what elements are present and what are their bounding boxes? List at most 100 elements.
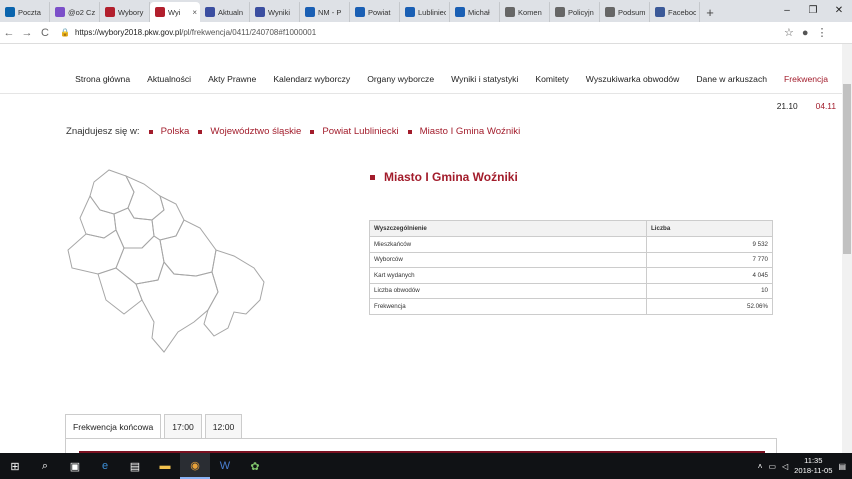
windows-start-icon[interactable]: ⊞ bbox=[0, 453, 30, 479]
word-icon[interactable]: W bbox=[210, 453, 240, 479]
nav-link[interactable]: Kalendarz wyborczy bbox=[273, 74, 350, 84]
table-row: Kart wydanych 4 045 bbox=[369, 267, 773, 284]
browser-tab[interactable]: Podsum bbox=[600, 2, 650, 22]
nav-link[interactable]: Organy wyborcze bbox=[367, 74, 434, 84]
tab-favicon-icon bbox=[255, 7, 265, 17]
lock-icon: 🔒 bbox=[60, 28, 70, 37]
turnout-tabs: Frekwencja końcowa 17:00 12:00 bbox=[65, 414, 243, 438]
browser-tab[interactable]: Aktualn bbox=[200, 2, 250, 22]
notifications-icon[interactable]: ▤ bbox=[838, 462, 846, 471]
bullet-square-icon bbox=[407, 129, 412, 134]
table-cell-value: 7 770 bbox=[646, 251, 773, 268]
browser-tab[interactable]: Policyjn bbox=[550, 2, 600, 22]
table-cell-label: Kart wydanych bbox=[369, 267, 647, 284]
tray-chevron-icon[interactable]: ˄ bbox=[758, 462, 763, 471]
browser-tab[interactable]: Wyi × bbox=[150, 2, 200, 22]
account-icon[interactable]: ● bbox=[802, 27, 809, 39]
url-path: /pl/frekwencja/0411/240708#f1000001 bbox=[181, 28, 317, 37]
breadcrumb-item-label: Województwo śląskie bbox=[210, 126, 302, 137]
tab-favicon-icon bbox=[355, 7, 365, 17]
breadcrumb-item[interactable]: Polska bbox=[148, 126, 189, 137]
table-cell-label: Frekwencja bbox=[369, 298, 647, 315]
nav-link[interactable]: Wyniki i statystyki bbox=[451, 74, 518, 84]
date-link-second[interactable]: 04.11 bbox=[816, 101, 836, 111]
table-header-row: Wyszczególnienie Liczba bbox=[369, 220, 773, 237]
turnout-tab[interactable]: 17:00 bbox=[164, 414, 202, 438]
browser-tab[interactable]: Wyniki bbox=[250, 2, 300, 22]
browser-tab[interactable]: Komen bbox=[500, 2, 550, 22]
browser-tab[interactable]: Wybory bbox=[100, 2, 150, 22]
nav-link[interactable]: Komitety bbox=[535, 74, 568, 84]
store-icon[interactable]: ▤ bbox=[120, 453, 150, 479]
clock[interactable]: 11:35 2018-11-05 bbox=[794, 456, 832, 476]
table-cell-label: Mieszkańców bbox=[369, 236, 647, 253]
edge-icon[interactable]: e bbox=[90, 453, 120, 479]
bullet-square-icon bbox=[310, 129, 315, 134]
browser-tab[interactable]: Lubliniec bbox=[400, 2, 450, 22]
election-dates: 21.10 04.11 bbox=[777, 101, 836, 111]
browser-menu-icon[interactable]: ⋮ bbox=[817, 26, 828, 39]
table-row: Frekwencja 52.06% bbox=[369, 298, 773, 315]
browser-tab-label: Lubliniec bbox=[418, 7, 446, 17]
window-controls: – ❐ ✕ bbox=[774, 0, 852, 20]
unit-title-text: Miasto I Gmina Woźniki bbox=[384, 170, 518, 184]
maximize-button[interactable]: ❐ bbox=[800, 0, 826, 20]
clock-time: 11:35 bbox=[804, 456, 823, 465]
turnout-tab[interactable]: 12:00 bbox=[204, 414, 243, 438]
scrollbar-thumb[interactable] bbox=[843, 84, 851, 254]
page-scrollbar[interactable] bbox=[842, 44, 852, 453]
nav-link[interactable]: Frekwencja bbox=[784, 74, 828, 84]
chrome-icon[interactable]: ◉ bbox=[180, 453, 210, 479]
new-tab-button[interactable]: + bbox=[700, 2, 720, 22]
breadcrumb-item[interactable]: Województwo śląskie bbox=[198, 126, 301, 137]
browser-tab[interactable]: Faceboo bbox=[650, 2, 700, 22]
breadcrumb-item[interactable]: Miasto I Gmina Woźniki bbox=[407, 126, 520, 137]
windows-taskbar: ⊞ ⌕ ▣ e ▤ ▬ ◉ W ✿ ˄ ▭ ◁ 11:35 2018-11-05 ▤ bbox=[0, 453, 852, 479]
browser-tab[interactable]: Powiat bbox=[350, 2, 400, 22]
table-cell-value: 9 532 bbox=[646, 236, 773, 253]
breadcrumb-item[interactable]: Powiat Lubliniecki bbox=[310, 126, 399, 137]
browser-tab[interactable]: Michał bbox=[450, 2, 500, 22]
nav-link[interactable]: Aktualności bbox=[147, 74, 191, 84]
table-cell-value: 10 bbox=[646, 282, 773, 299]
turnout-table: Wyszczególnienie Liczba Mieszkańców 9 532… bbox=[369, 220, 773, 315]
browser-tab-label: Wyi bbox=[168, 7, 181, 17]
forward-button[interactable]: → bbox=[18, 27, 36, 39]
nav-link[interactable]: Strona główna bbox=[75, 74, 130, 84]
bookmark-star-icon[interactable]: ☆ bbox=[784, 26, 794, 39]
map-region bbox=[97, 267, 143, 315]
minimize-button[interactable]: – bbox=[774, 0, 800, 20]
breadcrumb-label: Znajdujesz się w: bbox=[66, 126, 140, 137]
bullet-square-icon bbox=[198, 129, 203, 134]
browser-tab-label: NM - P bbox=[318, 7, 342, 17]
date-link-first[interactable]: 21.10 bbox=[777, 101, 798, 111]
municipality-map[interactable] bbox=[64, 164, 274, 354]
browser-tab-label: Poczta bbox=[18, 7, 41, 17]
close-tab-icon[interactable]: × bbox=[192, 8, 197, 17]
nav-link[interactable]: Akty Prawne bbox=[208, 74, 256, 84]
tab-favicon-icon bbox=[505, 7, 515, 17]
column-header-count: Liczba bbox=[646, 220, 773, 237]
main-navigation: Strona główna Aktualności Akty Prawne Kalen… bbox=[0, 64, 842, 94]
url-host: https://wybory2018.pkw.gov.pl bbox=[74, 28, 182, 37]
back-button[interactable]: ← bbox=[0, 27, 18, 39]
browser-tab[interactable]: Poczta bbox=[0, 2, 50, 22]
paint-icon[interactable]: ✿ bbox=[240, 453, 270, 479]
breadcrumb-item-label: Powiat Lubliniecki bbox=[322, 126, 399, 137]
network-icon[interactable]: ▭ bbox=[768, 462, 776, 471]
task-view-icon[interactable]: ▣ bbox=[60, 453, 90, 479]
map-region bbox=[151, 195, 185, 241]
reload-button[interactable]: C bbox=[36, 27, 54, 39]
search-icon[interactable]: ⌕ bbox=[30, 453, 60, 479]
url-field[interactable]: 🔒 https://wybory2018.pkw.gov.pl/pl/frekw… bbox=[60, 24, 776, 41]
browser-tab[interactable]: NM - P bbox=[300, 2, 350, 22]
browser-tab-label: Wyniki bbox=[268, 7, 291, 17]
close-window-button[interactable]: ✕ bbox=[826, 0, 852, 20]
nav-link[interactable]: Wyszukiwarka obwodów bbox=[586, 74, 680, 84]
turnout-tab[interactable]: Frekwencja końcowa bbox=[65, 414, 162, 438]
file-explorer-icon[interactable]: ▬ bbox=[150, 453, 180, 479]
breadcrumb: Znajdujesz się w: Polska Województwo śląs… bbox=[66, 126, 520, 137]
browser-tab[interactable]: @o2 Cz bbox=[50, 2, 100, 22]
nav-link[interactable]: Dane w arkuszach bbox=[696, 74, 767, 84]
volume-icon[interactable]: ◁ bbox=[782, 462, 788, 471]
